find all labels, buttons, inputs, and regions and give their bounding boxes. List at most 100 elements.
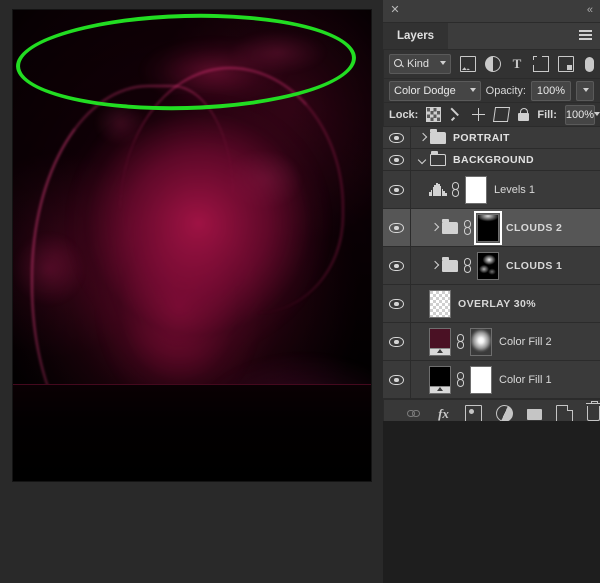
chevron-down-icon — [582, 87, 589, 92]
filter-kind-label: Kind — [407, 58, 430, 70]
eye-icon — [389, 222, 404, 233]
lock-all-icon[interactable] — [518, 108, 530, 121]
lock-artboard-nesting-icon[interactable] — [493, 107, 511, 122]
eye-icon — [389, 260, 404, 271]
layer-row[interactable]: PORTRAIT — [383, 127, 600, 149]
folder-icon — [442, 218, 458, 234]
layer-row-body[interactable]: PORTRAIT — [411, 127, 600, 148]
layer-mask-thumbnail[interactable] — [477, 251, 499, 280]
eye-icon — [389, 336, 404, 347]
add-layer-mask-button[interactable] — [465, 404, 482, 422]
eye-icon — [389, 374, 404, 385]
filter-pixel-layers-icon[interactable] — [460, 56, 476, 72]
panel-tab-strip: Layers — [383, 23, 600, 50]
layer-name: CLOUDS 1 — [506, 259, 563, 272]
chevron-right-icon[interactable] — [417, 133, 427, 143]
layer-mask-thumbnail[interactable] — [474, 210, 502, 245]
folder-icon — [430, 150, 446, 166]
delete-layer-button[interactable] — [586, 400, 600, 421]
opacity-input[interactable]: 100% — [531, 80, 571, 101]
layer-row-body[interactable]: Color Fill 1 — [411, 361, 600, 398]
layer-name: CLOUDS 2 — [506, 221, 563, 234]
folder-icon — [430, 128, 446, 144]
filter-shape-layers-icon[interactable] — [532, 55, 549, 72]
new-adjustment-layer-button[interactable] — [496, 404, 513, 422]
levels-histogram-icon[interactable] — [429, 183, 447, 196]
lock-image-pixels-icon[interactable] — [450, 108, 463, 121]
layer-visibility-toggle[interactable] — [383, 209, 411, 246]
close-icon[interactable]: ✕ — [390, 5, 400, 16]
layer-visibility-toggle[interactable] — [383, 171, 411, 208]
layer-mask-thumbnail[interactable] — [465, 175, 487, 204]
layer-row[interactable]: Levels 1 — [383, 171, 600, 209]
filter-adjustment-layers-icon[interactable] — [485, 56, 501, 72]
link-mask-icon[interactable] — [450, 181, 461, 198]
chevron-down-icon — [440, 61, 446, 65]
layer-style-button[interactable]: fx — [436, 406, 451, 421]
layer-row-body[interactable]: CLOUDS 1 — [411, 247, 600, 284]
layer-visibility-toggle[interactable] — [383, 149, 411, 170]
lock-row: Lock: Fill: 100% — [383, 103, 600, 127]
blend-mode-select[interactable]: Color Dodge — [389, 80, 481, 101]
chevron-right-icon[interactable] — [429, 261, 439, 271]
layer-row[interactable]: OVERLAY 30% — [383, 285, 600, 323]
layer-visibility-toggle[interactable] — [383, 323, 411, 360]
opacity-stepper[interactable] — [576, 80, 594, 101]
layer-name: PORTRAIT — [453, 131, 510, 144]
photoshop-window: ✕ « Layers Kind T Color Dodge Opacity: 1… — [0, 0, 600, 583]
layer-visibility-toggle[interactable] — [383, 247, 411, 284]
link-mask-icon[interactable] — [462, 257, 473, 274]
new-layer-button[interactable] — [556, 404, 573, 422]
layer-list[interactable]: PORTRAIT BACKGROUND Levels 1 CLOUDS 2 CLOUDS… — [383, 127, 600, 399]
double-chevron-left-icon[interactable]: « — [587, 4, 593, 16]
layer-row[interactable]: Color Fill 1 — [383, 361, 600, 399]
layer-row-body[interactable]: BACKGROUND — [411, 149, 600, 170]
eye-icon — [389, 154, 404, 165]
layer-mask-thumbnail[interactable] — [470, 327, 492, 356]
layer-row[interactable]: CLOUDS 2 — [383, 209, 600, 247]
lock-label: Lock: — [389, 108, 419, 121]
layer-visibility-toggle[interactable] — [383, 361, 411, 398]
opacity-label: Opacity: — [485, 84, 526, 97]
link-mask-icon[interactable] — [455, 371, 466, 388]
tab-layers-label: Layers — [397, 30, 435, 42]
filter-type-layers-icon[interactable]: T — [510, 57, 524, 71]
layer-thumbnail[interactable] — [429, 365, 451, 394]
layer-row[interactable]: Color Fill 2 — [383, 323, 600, 361]
layer-row[interactable]: CLOUDS 1 — [383, 247, 600, 285]
fill-input[interactable]: 100% — [564, 104, 596, 125]
panel-menu-icon[interactable] — [579, 30, 592, 41]
filter-smart-object-icon[interactable] — [558, 56, 574, 72]
lock-icons — [426, 107, 530, 122]
document-canvas-area[interactable] — [0, 0, 383, 583]
layer-row-body[interactable]: Color Fill 2 — [411, 323, 600, 360]
panel-title-bar: ✕ « — [383, 0, 600, 23]
layer-name: Color Fill 1 — [499, 373, 552, 386]
layer-thumbnail[interactable] — [429, 289, 451, 318]
blend-mode-value: Color Dodge — [394, 84, 456, 97]
link-mask-icon[interactable] — [462, 219, 473, 236]
layer-mask-thumbnail[interactable] — [470, 365, 492, 394]
layer-row[interactable]: BACKGROUND — [383, 149, 600, 171]
layer-thumbnail[interactable] — [429, 327, 451, 356]
gradient-slider — [430, 347, 450, 355]
chevron-down-icon[interactable] — [417, 155, 427, 165]
link-mask-icon[interactable] — [455, 333, 466, 350]
artwork-image[interactable] — [13, 10, 371, 481]
search-icon — [394, 59, 404, 69]
chevron-right-icon[interactable] — [429, 223, 439, 233]
layers-panel: ✕ « Layers Kind T Color Dodge Opacity: 1… — [383, 0, 600, 583]
tab-layers[interactable]: Layers — [383, 23, 449, 49]
filter-kind-select[interactable]: Kind — [389, 54, 451, 74]
filter-enable-toggle[interactable] — [585, 56, 594, 72]
layer-visibility-toggle[interactable] — [383, 127, 411, 148]
lock-position-icon[interactable] — [472, 108, 486, 121]
lock-transparent-pixels-icon[interactable] — [426, 107, 442, 122]
new-group-button[interactable] — [527, 408, 542, 420]
link-layers-button[interactable] — [407, 406, 422, 421]
blend-mode-row: Color Dodge Opacity: 100% — [383, 79, 600, 103]
layer-row-body[interactable]: OVERLAY 30% — [411, 285, 600, 322]
layer-visibility-toggle[interactable] — [383, 285, 411, 322]
layer-row-body[interactable]: Levels 1 — [411, 171, 600, 208]
layer-row-body[interactable]: CLOUDS 2 — [411, 209, 600, 246]
